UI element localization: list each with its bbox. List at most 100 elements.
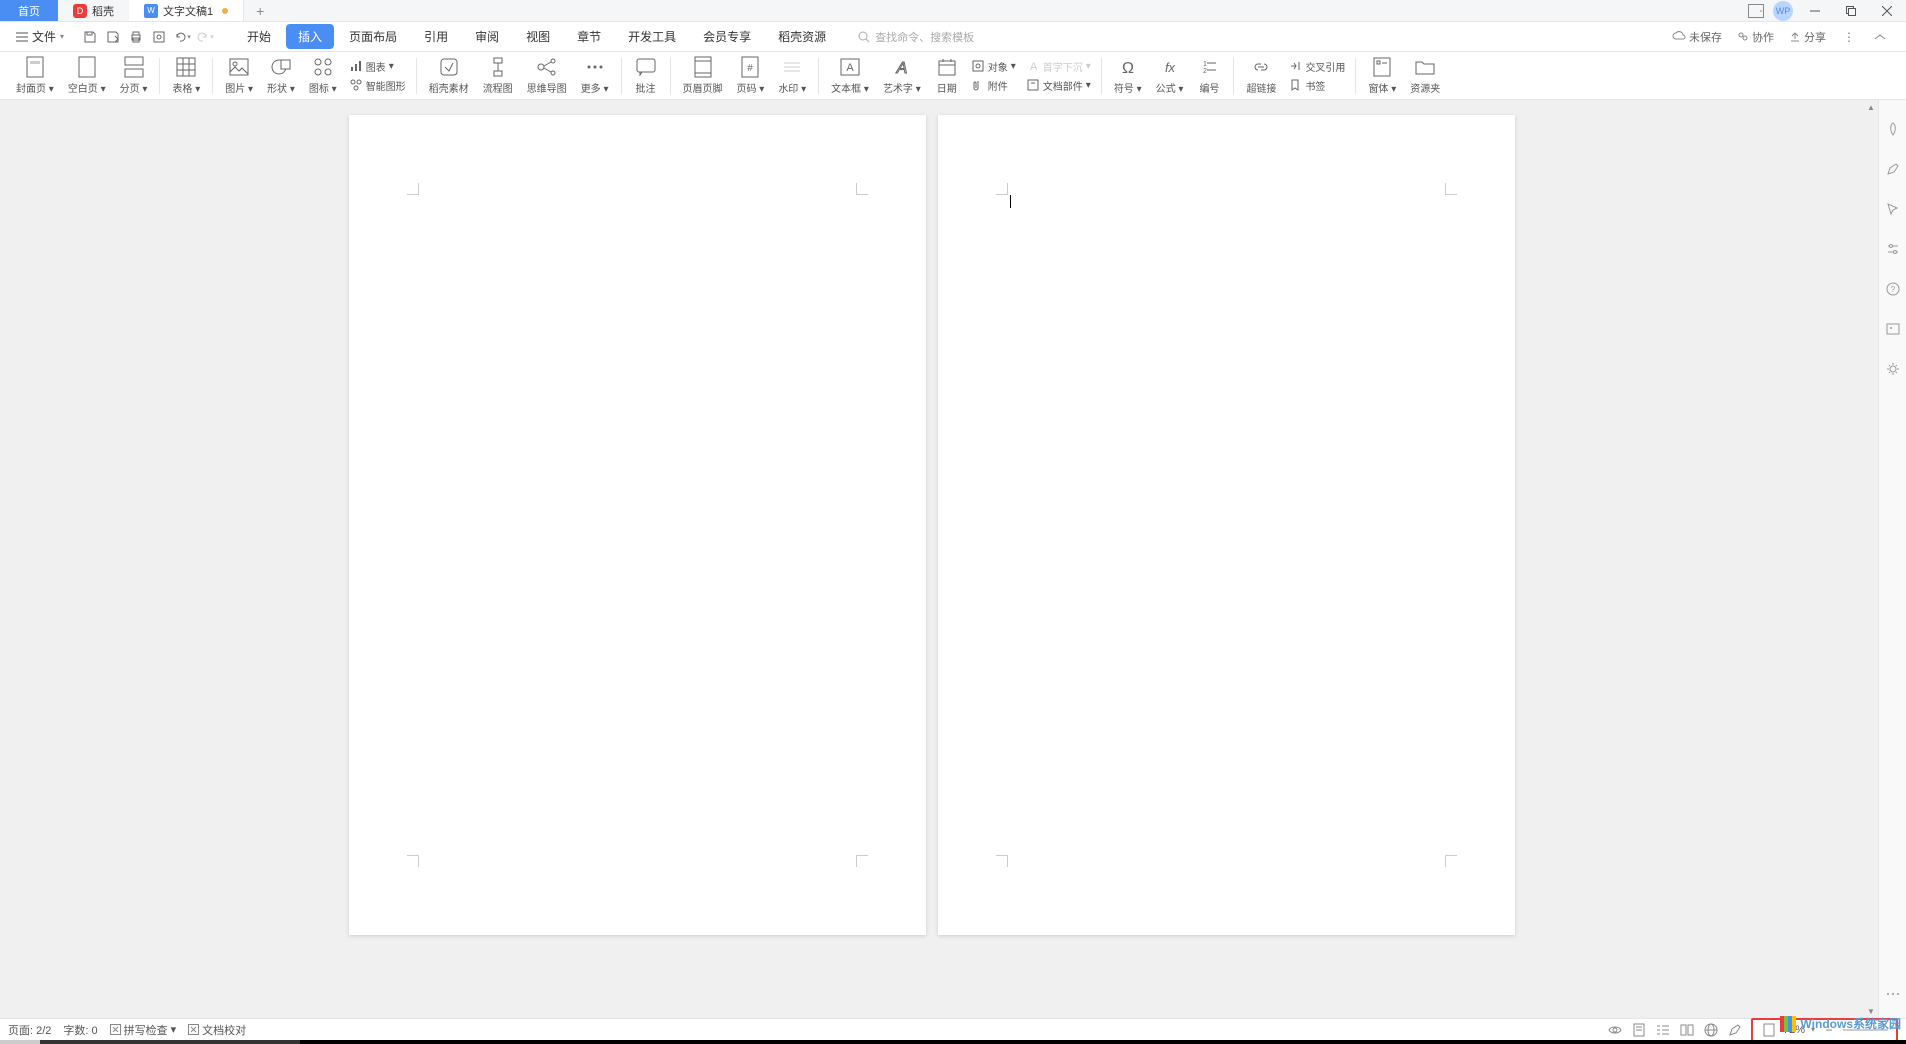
mindmap-button[interactable]: 思维导图 [521,54,573,97]
unsaved-indicator[interactable]: 未保存 [1672,29,1722,45]
ribbon-separator [212,58,213,94]
side-help-icon[interactable]: ? [1884,280,1902,298]
word-count[interactable]: 字数: 0 [63,1022,97,1038]
crossref-button[interactable]: 交叉引用 [1284,58,1349,75]
icons-icon [312,56,334,78]
more-menu-icon[interactable]: ⋮ [1841,29,1857,45]
comment-button[interactable]: 批注 [628,54,664,97]
dropcap-docparts-group: A 首字下沉 ▾ 文档部件 ▾ [1022,58,1095,94]
symbol-button[interactable]: Ω 符号 ▾ [1108,54,1148,97]
menu-tab-view[interactable]: 视图 [514,24,562,49]
menu-tab-developer[interactable]: 开发工具 [616,24,688,49]
web-view-icon[interactable] [1703,1022,1719,1038]
new-tab-button[interactable]: + [244,0,276,21]
collab-button[interactable]: 协作 [1737,29,1774,45]
wordart-button[interactable]: A 艺术字 ▾ [877,54,927,97]
collapse-ribbon-icon[interactable] [1872,29,1888,45]
side-rocket-icon[interactable] [1884,120,1902,138]
outline-view-icon[interactable] [1655,1022,1671,1038]
watermark-button[interactable]: 水印 ▾ [772,54,812,97]
date-button[interactable]: 日期 [929,54,965,97]
redo-button[interactable]: ▾ [195,27,215,47]
user-avatar[interactable]: WP [1773,1,1793,21]
svg-text:A: A [896,60,908,77]
fit-page-icon[interactable] [1761,1022,1777,1038]
ribbon-separator [159,58,160,94]
resource-folder-button[interactable]: 资源夹 [1404,54,1446,97]
tab-document[interactable]: W 文字文稿1 [129,0,244,21]
chart-button[interactable]: 图表 ▾ [345,58,410,75]
object-button[interactable]: 对象 ▾ [967,58,1020,75]
blank-page-icon [76,56,98,78]
proofread-button[interactable]: 文档校对 [188,1022,246,1038]
resource-folder-icon [1414,56,1436,78]
doc-parts-button[interactable]: 文档部件 ▾ [1022,77,1095,94]
daoke-material-button[interactable]: 稻壳素材 [423,54,475,97]
page-1[interactable] [349,115,926,935]
numbering-icon: 12 [1198,56,1220,78]
annotation-icon[interactable] [1727,1022,1743,1038]
eye-icon[interactable] [1607,1022,1623,1038]
svg-text:Ω: Ω [1122,60,1134,76]
menu-tab-page-layout[interactable]: 页面布局 [337,24,409,49]
attachment-button[interactable]: 附件 [967,77,1020,94]
menu-tab-section[interactable]: 章节 [565,24,613,49]
side-settings-icon[interactable] [1884,240,1902,258]
form-button[interactable]: 窗体 ▾ [1362,54,1402,97]
save-as-button[interactable] [103,27,123,47]
menu-tab-insert[interactable]: 插入 [286,24,334,49]
page-2[interactable] [938,115,1515,935]
layout-mode-icon[interactable] [1747,2,1765,20]
menu-tab-daoke-resources[interactable]: 稻壳资源 [766,24,838,49]
document-canvas[interactable] [0,100,1864,1018]
side-gear-icon[interactable] [1884,360,1902,378]
menu-tab-references[interactable]: 引用 [412,24,460,49]
numbering-button[interactable]: 12 编号 [1191,54,1227,97]
page-view-icon[interactable] [1631,1022,1647,1038]
share-button[interactable]: 分享 [1789,29,1826,45]
search-box[interactable]: 查找命令、搜索模板 [858,29,974,45]
minimize-button[interactable] [1801,0,1829,22]
more-button[interactable]: 更多 ▾ [575,54,615,97]
dropcap-button[interactable]: A 首字下沉 ▾ [1022,58,1095,75]
bookmark-button[interactable]: 书签 [1284,77,1349,94]
scroll-up-icon[interactable]: ▲ [1864,100,1878,114]
tab-home[interactable]: 首页 [0,0,58,21]
page-number-button[interactable]: # 页码 ▾ [731,54,771,97]
hyperlink-button[interactable]: 超链接 [1240,54,1282,97]
menu-tab-members[interactable]: 会员专享 [691,24,763,49]
smartart-button[interactable]: 智能图形 [345,77,410,94]
blank-page-button[interactable]: 空白页 ▾ [62,54,112,97]
reading-view-icon[interactable] [1679,1022,1695,1038]
side-pen-icon[interactable] [1884,160,1902,178]
menu-tab-review[interactable]: 审阅 [463,24,511,49]
side-more-icon[interactable] [1884,985,1902,1003]
textbox-button[interactable]: A 文本框 ▾ [825,54,875,97]
spellcheck-toggle[interactable]: 拼写检查 ▾ [110,1022,177,1038]
undo-button[interactable]: ▾ [172,27,192,47]
chevron-down-icon: ▾ [60,32,64,41]
close-button[interactable] [1873,0,1901,22]
print-preview-button[interactable] [149,27,169,47]
vertical-scrollbar[interactable]: ▲ ▼ [1864,100,1878,1018]
side-image-icon[interactable] [1884,320,1902,338]
flowchart-button[interactable]: 流程图 [477,54,519,97]
ribbon-separator [621,58,622,94]
maximize-button[interactable] [1837,0,1865,22]
picture-button[interactable]: 图片 ▾ [219,54,259,97]
file-menu[interactable]: 文件 ▾ [8,28,72,45]
save-button[interactable] [80,27,100,47]
cover-page-button[interactable]: 封面页 ▾ [10,54,60,97]
menu-tab-start[interactable]: 开始 [235,24,283,49]
table-button[interactable]: 表格 ▾ [166,54,206,97]
shapes-button[interactable]: 形状 ▾ [261,54,301,97]
page-break-button[interactable]: 分页 ▾ [114,54,154,97]
page-info[interactable]: 页面: 2/2 [8,1022,51,1038]
equation-button[interactable]: fx 公式 ▾ [1150,54,1190,97]
icons-button[interactable]: 图标 ▾ [303,54,343,97]
ribbon-separator [1355,58,1356,94]
header-footer-button[interactable]: 页眉页脚 [677,54,729,97]
tab-daoke[interactable]: D 稻壳 [58,0,129,21]
print-button[interactable] [126,27,146,47]
side-select-icon[interactable] [1884,200,1902,218]
